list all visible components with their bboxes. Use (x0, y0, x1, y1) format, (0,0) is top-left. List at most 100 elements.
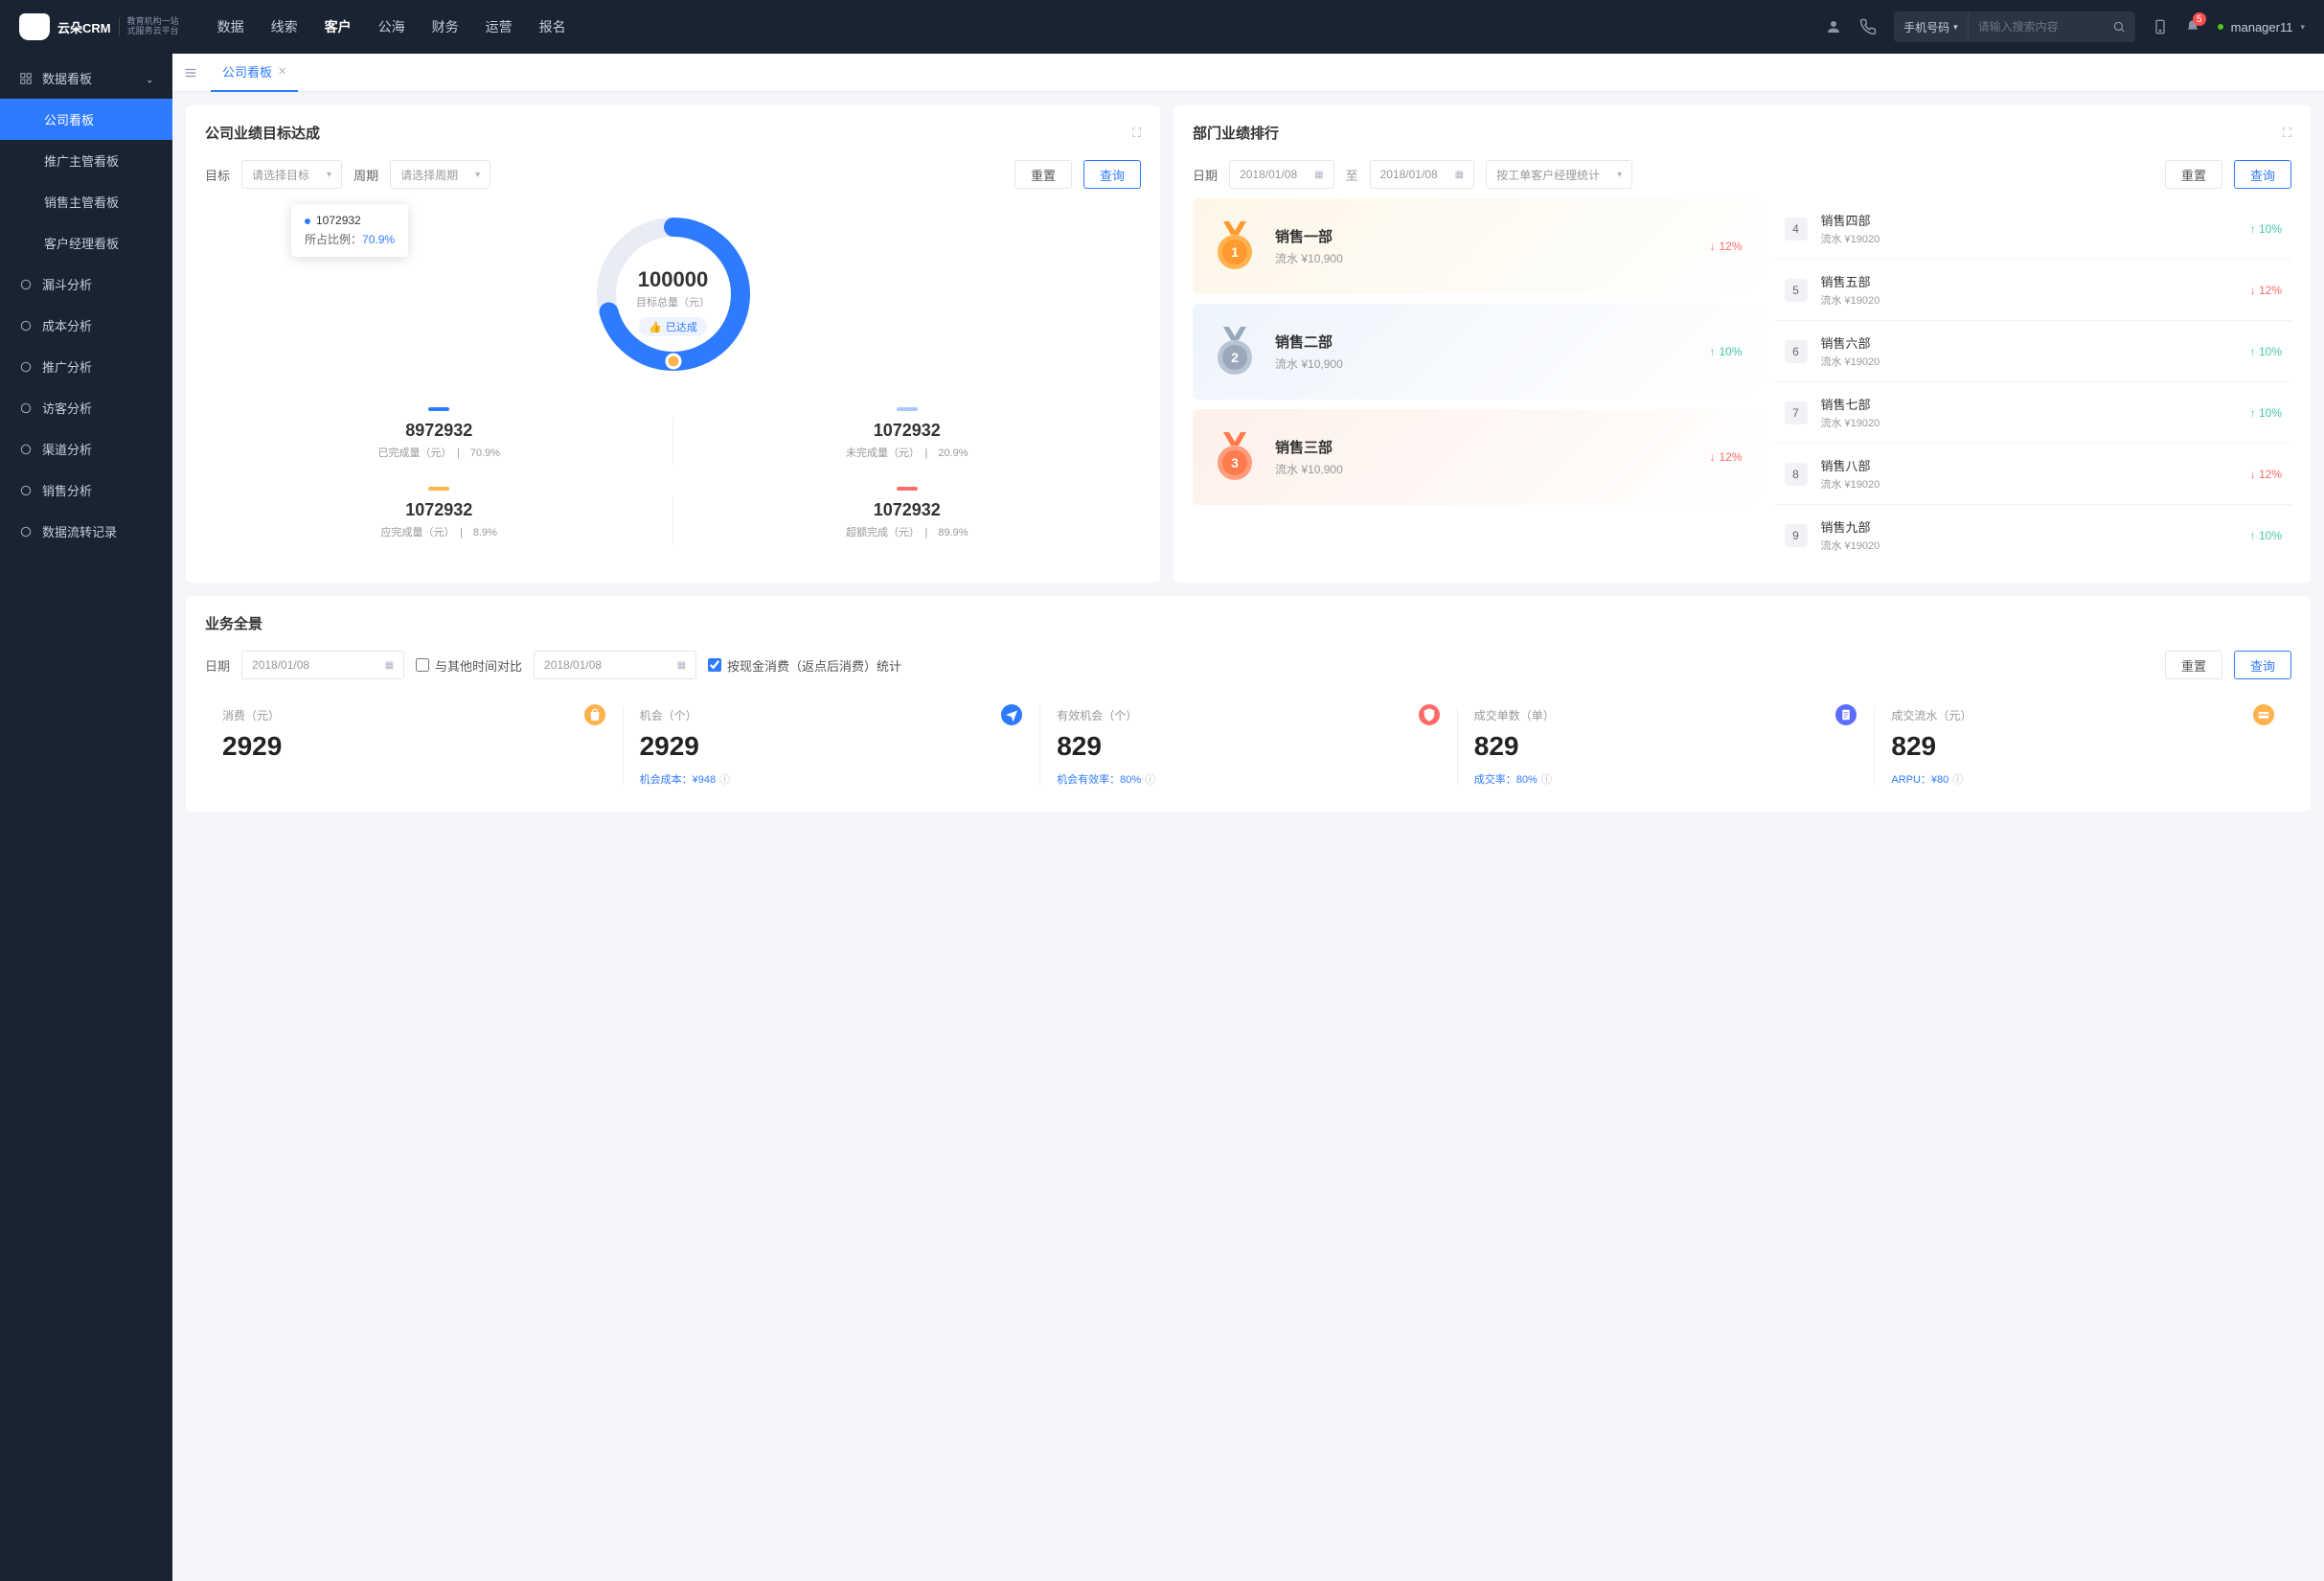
stat-type-select[interactable]: 按工单客户经理统计▾ (1486, 160, 1632, 189)
logo-text: 云朵CRM (57, 18, 111, 36)
goal-title: 公司业绩目标达成 (205, 123, 320, 143)
rank-row: 4销售四部流水 ¥19020↑ 10% (1775, 198, 2292, 260)
metric-plane: 机会（个）2929机会成本：¥948 ⓘ (623, 697, 1040, 794)
medal-icon: 3 (1212, 430, 1258, 484)
overview-date2[interactable]: 2018/01/08▦ (534, 651, 696, 679)
sidebar-item-channel[interactable]: 渠道分析 (0, 428, 172, 470)
help-icon[interactable]: ⓘ (719, 771, 730, 787)
rank-row: 8销售八部流水 ¥19020↓ 12% (1775, 444, 2292, 505)
phone-icon[interactable] (1859, 18, 1877, 35)
sidebar-item-flow[interactable]: 数据流转记录 (0, 511, 172, 552)
date-from-select[interactable]: 2018/01/08▦ (1229, 160, 1334, 189)
search-type-select[interactable]: 手机号码▾ (1894, 11, 1969, 42)
metric-shield: 有效机会（个）829机会有效率：80% ⓘ (1039, 697, 1457, 794)
search-box: 手机号码▾ (1894, 11, 2135, 42)
bell-icon[interactable]: 5 (2185, 18, 2200, 35)
sidebar-sub-0[interactable]: 公司看板 (0, 99, 172, 140)
rank-row: 6销售六部流水 ¥19020↑ 10% (1775, 321, 2292, 382)
doc-icon (1835, 704, 1857, 725)
overview-date1[interactable]: 2018/01/08▦ (241, 651, 404, 679)
goal-reset-button[interactable]: 重置 (1014, 160, 1072, 189)
rank-reset-button[interactable]: 重置 (2165, 160, 2222, 189)
sidebar-sub-2[interactable]: 销售主管看板 (0, 181, 172, 222)
card-icon (2253, 704, 2274, 725)
date-label: 日期 (205, 656, 230, 675)
nav-5[interactable]: 运营 (486, 17, 513, 36)
stat-option-checkbox[interactable]: 按现金消费（返点后消费）统计 (708, 656, 901, 675)
page-tabs: 公司看板 ✕ (172, 54, 2324, 92)
sidebar-item-cost[interactable]: 成本分析 (0, 305, 172, 346)
rank-row: 7销售七部流水 ¥19020↑ 10% (1775, 382, 2292, 444)
nav-1[interactable]: 线索 (271, 17, 298, 36)
user-icon[interactable] (1825, 18, 1842, 35)
flow-icon (19, 525, 33, 538)
status-dot (2218, 24, 2223, 30)
overview-reset-button[interactable]: 重置 (2165, 651, 2222, 679)
metric-card: 成交流水（元）829ARPU：¥80 ⓘ (1874, 697, 2291, 794)
expand-icon[interactable]: ⛶ (2283, 126, 2291, 141)
visitor-icon (19, 401, 33, 415)
sidebar-item-visitor[interactable]: 访客分析 (0, 387, 172, 428)
sidebar-sub-3[interactable]: 客户经理看板 (0, 222, 172, 264)
overview-card: 业务全景 日期 2018/01/08▦ 与其他时间对比 2018/01/08▦ … (186, 596, 2311, 812)
mobile-icon[interactable] (2153, 18, 2168, 35)
help-icon[interactable]: ⓘ (1952, 771, 1963, 787)
user-menu[interactable]: manager11 ▾ (2218, 20, 2305, 34)
nav-6[interactable]: 报名 (539, 17, 566, 36)
shield-icon (1419, 704, 1440, 725)
compare-checkbox[interactable]: 与其他时间对比 (416, 656, 522, 675)
date-to-select[interactable]: 2018/01/08▦ (1370, 160, 1475, 189)
ranking-title: 部门业绩排行 (1193, 123, 1279, 143)
close-icon[interactable]: ✕ (278, 65, 286, 78)
target-label: 目标 (205, 166, 230, 184)
filter-icon (19, 278, 33, 291)
logo-icon (19, 13, 50, 40)
goal-card: 公司业绩目标达成 ⛶ 目标 请选择目标▾ 周期 请选择周期▾ 重置 查询 (186, 105, 1160, 583)
search-icon[interactable] (2103, 20, 2135, 34)
nav-4[interactable]: 财务 (432, 17, 459, 36)
sidebar-sub-1[interactable]: 推广主管看板 (0, 140, 172, 181)
rank-query-button[interactable]: 查询 (2234, 160, 2291, 189)
expand-icon[interactable]: ⛶ (1132, 126, 1141, 141)
tab-company-dashboard[interactable]: 公司看板 ✕ (211, 54, 298, 92)
nav-2[interactable]: 客户 (325, 17, 352, 36)
search-input[interactable] (1969, 20, 2103, 34)
medal-icon: 1 (1212, 219, 1258, 273)
medal-icon: 2 (1212, 325, 1258, 378)
sidebar-item-promo[interactable]: 推广分析 (0, 346, 172, 387)
app-header: 云朵CRM 教育机构一站 式服务云平台 数据 线索 客户 公海 财务 运营 报名 手机号码▾ (0, 0, 2324, 54)
plane-icon (1001, 704, 1022, 725)
date-label: 日期 (1193, 166, 1218, 184)
metric-doc: 成交单数（单）829成交率：80% ⓘ (1457, 697, 1875, 794)
goal-stat: 1072932超额完成（元） | 89.9% (673, 473, 1142, 553)
sidebar-item-sales[interactable]: 销售分析 (0, 470, 172, 511)
sidebar-group-dashboard[interactable]: 数据看板 ⌃ (0, 57, 172, 99)
top-nav: 数据 线索 客户 公海 财务 运营 报名 (217, 17, 566, 36)
nav-3[interactable]: 公海 (378, 17, 405, 36)
goal-query-button[interactable]: 查询 (1083, 160, 1141, 189)
promo-icon (19, 360, 33, 374)
period-select[interactable]: 请选择周期▾ (390, 160, 490, 189)
help-icon[interactable]: ⓘ (1145, 771, 1155, 787)
nav-0[interactable]: 数据 (217, 17, 244, 36)
overview-query-button[interactable]: 查询 (2234, 651, 2291, 679)
tab-menu-icon[interactable] (184, 66, 197, 80)
rank-top-3: 3销售三部流水 ¥10,900↓12% (1193, 409, 1761, 505)
help-icon[interactable]: ⓘ (1541, 771, 1552, 787)
sidebar-item-filter[interactable]: 漏斗分析 (0, 264, 172, 305)
sidebar: 数据看板 ⌃ 公司看板推广主管看板销售主管看板客户经理看板 漏斗分析成本分析推广… (0, 54, 172, 1581)
cost-icon (19, 319, 33, 332)
bag-icon (584, 704, 605, 725)
sales-icon (19, 484, 33, 497)
rank-row: 9销售九部流水 ¥19020↑ 10% (1775, 505, 2292, 565)
period-label: 周期 (353, 166, 378, 184)
donut-center: 100000 目标总量（元） 👍已达成 (636, 267, 710, 336)
logo: 云朵CRM 教育机构一站 式服务云平台 (19, 13, 179, 40)
goal-stat: 8972932已完成量（元） | 70.9% (205, 394, 673, 473)
overview-title: 业务全景 (205, 613, 2291, 633)
target-select[interactable]: 请选择目标▾ (241, 160, 342, 189)
svg-text:1: 1 (1231, 244, 1239, 260)
ranking-card: 部门业绩排行 ⛶ 日期 2018/01/08▦ 至 2018/01/08▦ 按工… (1173, 105, 2311, 583)
goal-stat: 1072932未完成量（元） | 20.9% (673, 394, 1142, 473)
logo-subtitle: 教育机构一站 式服务云平台 (119, 17, 179, 36)
